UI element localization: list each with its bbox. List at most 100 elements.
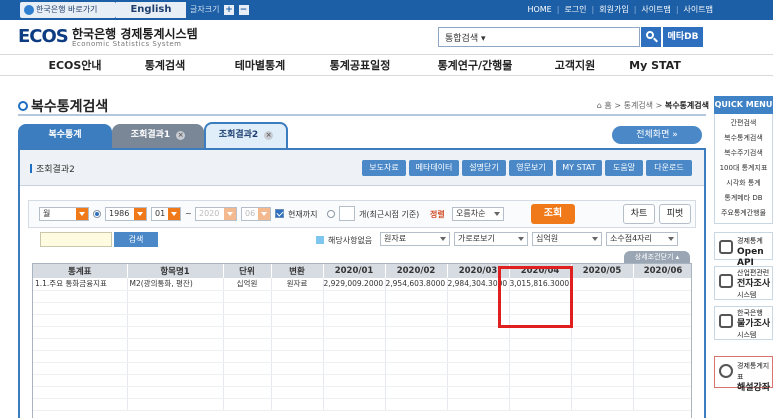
col-header[interactable]: 2020/02 <box>385 264 448 278</box>
chevron-down-icon <box>224 208 236 220</box>
search-scope-select[interactable]: 통합검색 ▾ <box>445 31 486 44</box>
unit-value: 십억원 <box>536 234 559 243</box>
col-header[interactable]: 변환 <box>271 264 324 278</box>
table-cell: M2(광의통화, 평잔) <box>127 278 224 291</box>
top-link-login[interactable]: 로그인 <box>564 5 586 14</box>
until-now-checkbox[interactable] <box>275 209 284 218</box>
filter-button[interactable]: 검색 <box>114 232 158 247</box>
col-header[interactable]: 2020/05 <box>571 264 634 278</box>
breadcrumb-home[interactable]: 홈 <box>604 101 611 110</box>
nav-support[interactable]: 고객지원 <box>540 55 610 77</box>
english-link[interactable]: English <box>116 2 186 18</box>
table-cell: 2,929,009.2000 <box>323 278 386 291</box>
search-button[interactable] <box>641 27 661 47</box>
globe-icon <box>24 5 34 15</box>
nav-stat-search[interactable]: 통계검색 <box>130 55 200 77</box>
filter-input[interactable] <box>40 232 112 247</box>
col-header[interactable]: 단위 <box>223 264 272 278</box>
na-label: 해당사항없음 <box>328 236 373 245</box>
metadata-button[interactable]: 메타데이터 <box>409 160 459 176</box>
quick-item-multi-period[interactable]: 복수주기검색 <box>715 146 772 161</box>
nav-theme-stats[interactable]: 테마별통계 <box>220 55 300 77</box>
top-link-home[interactable]: HOME <box>527 5 551 14</box>
col-header[interactable]: 2020/01 <box>323 264 386 278</box>
biz-survey-link[interactable]: 산업편관련 전자조사 시스템 <box>714 266 773 300</box>
start-month-select[interactable]: 01 <box>151 207 181 221</box>
top-link-sitemap-2[interactable]: 사이트맵 <box>684 5 713 14</box>
price-survey-link[interactable]: 한국은행 물가조사 시스템 <box>714 306 773 340</box>
quick-item-simple-search[interactable]: 간편검색 <box>715 116 772 131</box>
open-api-link[interactable]: 경제통계 Open API <box>714 232 773 268</box>
breadcrumb-mid[interactable]: 통계검색 <box>624 101 653 110</box>
data-type-value: 원자료 <box>384 234 407 243</box>
nav-research[interactable]: 통계연구/간행물 <box>420 55 530 77</box>
chevron-down-icon <box>665 233 677 245</box>
top-link-join[interactable]: 회원가입 <box>599 5 628 14</box>
layout-select[interactable]: 가로로보기 <box>454 232 528 246</box>
close-icon[interactable]: × <box>264 131 274 140</box>
nav-my-stat[interactable]: My STAT <box>620 55 690 77</box>
quick-item-multi-stat[interactable]: 복수통계검색 <box>715 131 772 146</box>
ecos-logo[interactable]: ECOS <box>18 26 69 47</box>
download-button[interactable]: 다운로드 <box>646 160 692 176</box>
metadb-button[interactable]: 메타DB <box>663 27 703 47</box>
sort-select[interactable]: 오름차순 <box>452 207 504 221</box>
nav-ecos-info[interactable]: ECOS안내 <box>40 55 110 77</box>
font-plus-button[interactable]: + <box>224 5 234 15</box>
date-range-radio[interactable] <box>93 210 101 218</box>
site-title-en: Economic Statistics System <box>72 40 182 48</box>
table-row-empty <box>33 398 691 411</box>
range-tilde: ~ <box>185 209 192 218</box>
start-year-select[interactable]: 1986 <box>105 207 147 221</box>
col-header[interactable]: 2020/06 <box>633 264 691 278</box>
end-year-select[interactable]: 2020 <box>195 207 237 221</box>
tab-multi-stat[interactable]: 복수통계 <box>18 124 112 148</box>
font-minus-button[interactable]: − <box>238 5 249 15</box>
quick-item-visual[interactable]: 시각화 통계 <box>715 176 772 191</box>
table-row-empty <box>33 350 691 363</box>
result-panel: 조회결과2 보도자료 메타데이터 설명닫기 영문보기 MY STAT 도움말 다… <box>18 148 706 418</box>
nav-release-schedule[interactable]: 통계공표일정 <box>315 55 405 77</box>
end-month-select[interactable]: 06 <box>241 207 271 221</box>
recent-count-radio[interactable] <box>327 210 335 218</box>
search-scope-value: 통합검색 <box>445 34 479 44</box>
network-icon <box>719 314 733 328</box>
unit-select[interactable]: 십억원 <box>532 232 602 246</box>
chevron-down-icon <box>168 208 180 220</box>
quick-item-top100[interactable]: 100대 통계지표 <box>715 161 772 176</box>
quick-item-metadb[interactable]: 통계메타 DB <box>715 191 772 206</box>
close-icon[interactable]: × <box>176 131 186 140</box>
recent-count-input[interactable] <box>339 206 355 221</box>
tab-result-2-label: 조회결과2 <box>218 130 259 140</box>
help-button[interactable]: 도움말 <box>605 160 643 176</box>
close-desc-button[interactable]: 설명닫기 <box>462 160 506 176</box>
search-input[interactable]: 통합검색 ▾ <box>438 27 640 47</box>
col-header[interactable]: 통계표 <box>33 264 128 278</box>
data-type-select[interactable]: 원자료 <box>380 232 450 246</box>
detail-toggle-button[interactable]: 상세조건닫기 ▴ <box>624 251 690 263</box>
tab-result-1[interactable]: 조회결과1 × <box>112 124 204 148</box>
fullscreen-label: 전체화면 <box>636 130 670 140</box>
open-api-label: Open API <box>737 247 764 268</box>
lecture-link[interactable]: 경제통계지표 해설강좌 <box>714 356 773 393</box>
period-select[interactable]: 월 <box>39 207 89 221</box>
query-button[interactable]: 조회 <box>531 204 575 224</box>
chart-button[interactable]: 차트 <box>623 204 655 224</box>
col-header[interactable]: 항목명1 <box>127 264 224 278</box>
pivot-button[interactable]: 피벗 <box>659 204 691 224</box>
press-release-button[interactable]: 보도자료 <box>362 160 406 176</box>
fullscreen-button[interactable]: 전체화면 » <box>612 126 702 144</box>
english-view-button[interactable]: 영문보기 <box>509 160 553 176</box>
bok-shortcut-link[interactable]: 한국은행 바로가기 <box>20 2 116 18</box>
price-survey-sub: 시스템 <box>737 331 757 339</box>
lecture-small: 경제통계지표 <box>737 362 770 381</box>
table-row[interactable]: 1.1.주요 통화금융지표 M2(광의통화, 평잔) 십억원 원자료 2,929… <box>33 278 691 291</box>
table-row-empty <box>33 362 691 375</box>
decimals-value: 소수점4자리 <box>610 234 652 243</box>
top-link-sitemap-1[interactable]: 사이트맵 <box>641 5 670 14</box>
quick-item-publications[interactable]: 주요통계간행물 <box>715 206 772 221</box>
decimals-select[interactable]: 소수점4자리 <box>606 232 678 246</box>
my-stat-button[interactable]: MY STAT <box>556 160 602 176</box>
tab-result-2[interactable]: 조회결과2 × <box>204 122 288 148</box>
site-header: ECOS 한국은행 경제통계시스템 Economic Statistics Sy… <box>0 20 773 54</box>
